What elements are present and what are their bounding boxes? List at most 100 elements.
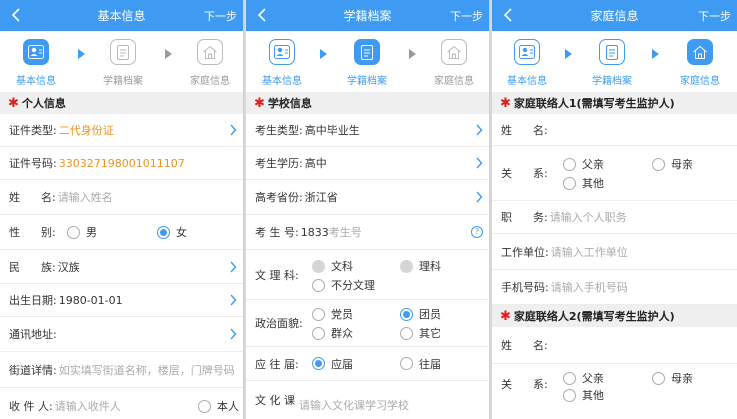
- person-card-icon: [269, 39, 295, 65]
- help-icon[interactable]: ?: [471, 226, 483, 238]
- id-number-value: 330327198001011107: [58, 156, 185, 170]
- name-row[interactable]: 姓 名: 请输入姓名: [0, 180, 243, 215]
- next-step-button[interactable]: 下一步: [204, 8, 237, 24]
- exam-type-row[interactable]: 考生类型: 高中毕业生: [246, 114, 489, 147]
- gender-male-radio[interactable]: 男: [67, 224, 97, 240]
- graduate-past-radio[interactable]: 往届: [400, 356, 441, 372]
- subject-science-radio[interactable]: 理科: [400, 258, 441, 274]
- next-step-button[interactable]: 下一步: [450, 8, 483, 24]
- chevron-right-icon: [230, 124, 237, 136]
- back-icon[interactable]: [254, 5, 272, 25]
- step-school-record[interactable]: 学籍档案: [577, 39, 647, 87]
- education-row[interactable]: 考生学历: 高中: [246, 147, 489, 180]
- step-arrow-icon: [78, 49, 85, 59]
- subject-row: 文 理 科: 文科 理科 不分文理: [246, 250, 489, 300]
- step-arrow-icon: [652, 49, 659, 59]
- ethnicity-value: 汉族: [57, 260, 80, 274]
- phone-row[interactable]: 手机号码: 请输入手机号码: [492, 270, 737, 305]
- contact2-name-row[interactable]: 姓 名:: [492, 327, 737, 364]
- id-number-row[interactable]: 证件号码: 330327198001011107: [0, 147, 243, 180]
- name-input[interactable]: 请输入姓名: [58, 189, 113, 205]
- gender-row: 性 别: 男 女: [0, 215, 243, 250]
- graduate-row: 应 往 届: 应届 往届: [246, 347, 489, 381]
- step-label: 家庭信息: [190, 76, 230, 87]
- step-basic-info[interactable]: 基本信息: [247, 39, 317, 87]
- recipient-input[interactable]: 请输入收件人: [55, 398, 121, 414]
- culture-input[interactable]: 请输入文化课学习学校: [299, 397, 409, 413]
- contact1-name-row[interactable]: 姓 名:: [492, 114, 737, 146]
- step-label: 基本信息: [507, 76, 547, 87]
- document-icon: [599, 39, 625, 65]
- political-other-radio[interactable]: 其它: [400, 325, 441, 341]
- step-family-info[interactable]: 家庭信息: [175, 39, 243, 87]
- address-row[interactable]: 通讯地址:: [0, 317, 243, 352]
- position-row[interactable]: 职 务: 请输入个人职务: [492, 201, 737, 234]
- ethnicity-row[interactable]: 民 族: 汉族: [0, 250, 243, 284]
- id-type-row[interactable]: 证件类型: 二代身份证: [0, 114, 243, 147]
- nav-bar: 学籍档案 下一步: [246, 0, 489, 31]
- required-icon: ✱: [500, 95, 511, 111]
- chevron-right-icon: [230, 261, 237, 272]
- contact1-relation-row: 关 系: 父亲 母亲 其他: [492, 146, 737, 201]
- section-header: ✱ 学校信息: [246, 92, 489, 114]
- political-league-radio[interactable]: 团员: [400, 306, 441, 322]
- step-label: 家庭信息: [680, 76, 720, 87]
- street-input[interactable]: 如实填写街道名称，楼层，门牌号码: [59, 362, 235, 378]
- gender-female-radio[interactable]: 女: [157, 224, 187, 240]
- section-header-contact1: ✱ 家庭联络人1(需填写考生监护人): [492, 92, 737, 114]
- step-label: 家庭信息: [434, 76, 474, 87]
- graduate-current-radio[interactable]: 应届: [312, 356, 353, 372]
- relation-father-radio[interactable]: 父亲: [563, 370, 604, 386]
- recipient-self-radio[interactable]: 本人: [198, 398, 239, 414]
- relation-other-radio[interactable]: 其他: [563, 175, 604, 191]
- back-icon[interactable]: [500, 5, 518, 25]
- step-indicator: 基本信息 学籍档案 家庭信息: [246, 31, 489, 92]
- phone-input[interactable]: 请输入手机号码: [551, 279, 628, 295]
- relation-mother-radio[interactable]: 母亲: [652, 370, 693, 386]
- back-icon[interactable]: [8, 5, 26, 25]
- culture-row[interactable]: 文 化 课 请输入文化课学习学校: [246, 381, 489, 419]
- relation-father-radio[interactable]: 父亲: [563, 156, 604, 172]
- step-family-info[interactable]: 家庭信息: [419, 39, 489, 87]
- position-input[interactable]: 请输入个人职务: [550, 209, 627, 225]
- id-type-value: 二代身份证: [58, 124, 114, 137]
- relation-mother-radio[interactable]: 母亲: [652, 156, 693, 172]
- page-title: 基本信息: [97, 9, 146, 23]
- next-step-button[interactable]: 下一步: [698, 8, 731, 24]
- step-label: 基本信息: [16, 76, 56, 87]
- nav-bar: 基本信息 下一步: [0, 0, 243, 31]
- step-label: 基本信息: [262, 76, 302, 87]
- chevron-right-icon: [476, 157, 483, 169]
- workplace-input[interactable]: 请输入工作单位: [551, 244, 628, 260]
- family-info-screen: 家庭信息 下一步 基本信息 学籍档案 家庭信息 ✱ 家庭联络人1(需填写考生监护人…: [492, 0, 737, 419]
- basic-info-screen: 基本信息 下一步 基本信息 学籍档案 家庭信息 ✱ 个人信息 证件类型: 二代身份…: [0, 0, 244, 419]
- workplace-row[interactable]: 工作单位: 请输入工作单位: [492, 234, 737, 270]
- political-masses-radio[interactable]: 群众: [312, 325, 353, 341]
- subject-arts-radio[interactable]: 文科: [312, 258, 353, 274]
- step-arrow-icon: [409, 49, 416, 59]
- step-label: 学籍档案: [347, 76, 387, 87]
- chevron-right-icon: [476, 124, 483, 136]
- recipient-row[interactable]: 收 件 人: 请输入收件人 本人: [0, 388, 243, 419]
- political-party-radio[interactable]: 党员: [312, 306, 353, 322]
- street-row[interactable]: 街道详情: 如实填写街道名称，楼层，门牌号码: [0, 352, 243, 388]
- step-indicator: 基本信息 学籍档案 家庭信息: [0, 31, 243, 92]
- step-basic-info[interactable]: 基本信息: [492, 39, 562, 87]
- step-basic-info[interactable]: 基本信息: [1, 39, 71, 87]
- contact2-relation-row: 关 系: 父亲 母亲 其他: [501, 370, 693, 403]
- step-family-info[interactable]: 家庭信息: [665, 39, 735, 87]
- section-header: ✱ 个人信息: [0, 92, 243, 114]
- political-row: 政治面貌: 党员 团员 群众 其它: [246, 300, 489, 347]
- exam-number-row[interactable]: 考 生 号: 1833 考生号 ?: [246, 215, 489, 250]
- education-value: 高中: [304, 157, 327, 170]
- step-school-record[interactable]: 学籍档案: [332, 39, 402, 87]
- chevron-right-icon: [230, 328, 237, 340]
- relation-other-radio[interactable]: 其他: [563, 387, 604, 403]
- province-value: 浙江省: [304, 191, 338, 204]
- step-school-record[interactable]: 学籍档案: [88, 39, 158, 87]
- chevron-right-icon: [230, 294, 237, 306]
- subject-none-radio[interactable]: 不分文理: [312, 277, 375, 293]
- exam-number-input[interactable]: 考生号: [329, 224, 362, 240]
- province-row[interactable]: 高考省份: 浙江省: [246, 180, 489, 215]
- birthday-row[interactable]: 出生日期: 1980-01-01: [0, 284, 243, 317]
